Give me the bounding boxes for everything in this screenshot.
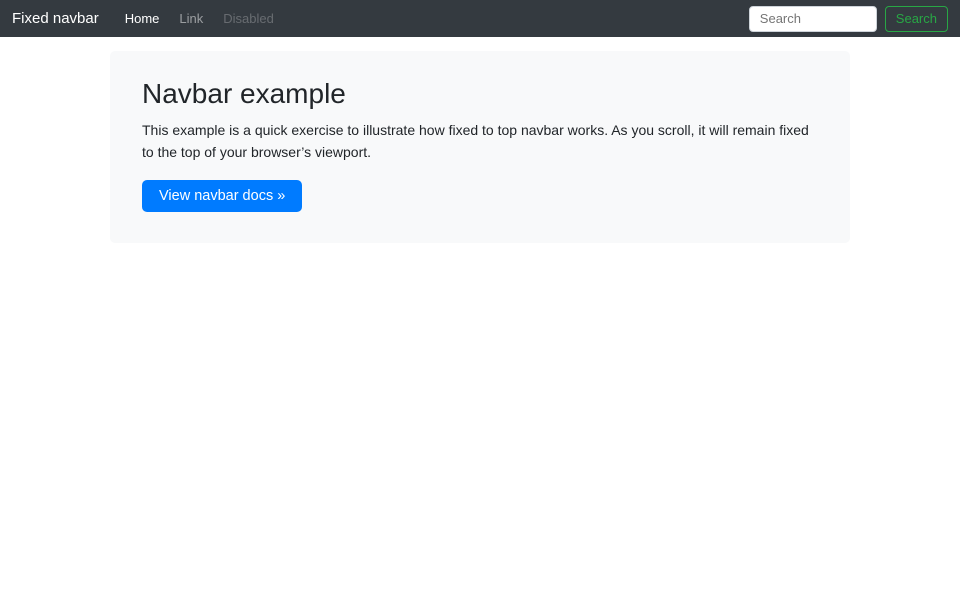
view-navbar-docs-button[interactable]: View navbar docs » xyxy=(142,180,302,212)
search-button[interactable]: Search xyxy=(885,6,948,32)
search-form: Search xyxy=(749,6,948,32)
top-navbar: Fixed navbar Home Link Disabled Search xyxy=(0,0,960,37)
nav-link-disabled: Disabled xyxy=(215,5,282,32)
nav-link-home[interactable]: Home xyxy=(117,5,168,32)
search-input[interactable] xyxy=(749,6,877,32)
navbar-nav: Home Link Disabled xyxy=(117,5,286,32)
nav-link-link[interactable]: Link xyxy=(171,5,211,32)
navbar-brand[interactable]: Fixed navbar xyxy=(12,10,99,27)
jumbotron-panel: Navbar example This example is a quick e… xyxy=(110,51,850,243)
page-description: This example is a quick exercise to illu… xyxy=(142,119,818,163)
page-title: Navbar example xyxy=(142,78,818,110)
